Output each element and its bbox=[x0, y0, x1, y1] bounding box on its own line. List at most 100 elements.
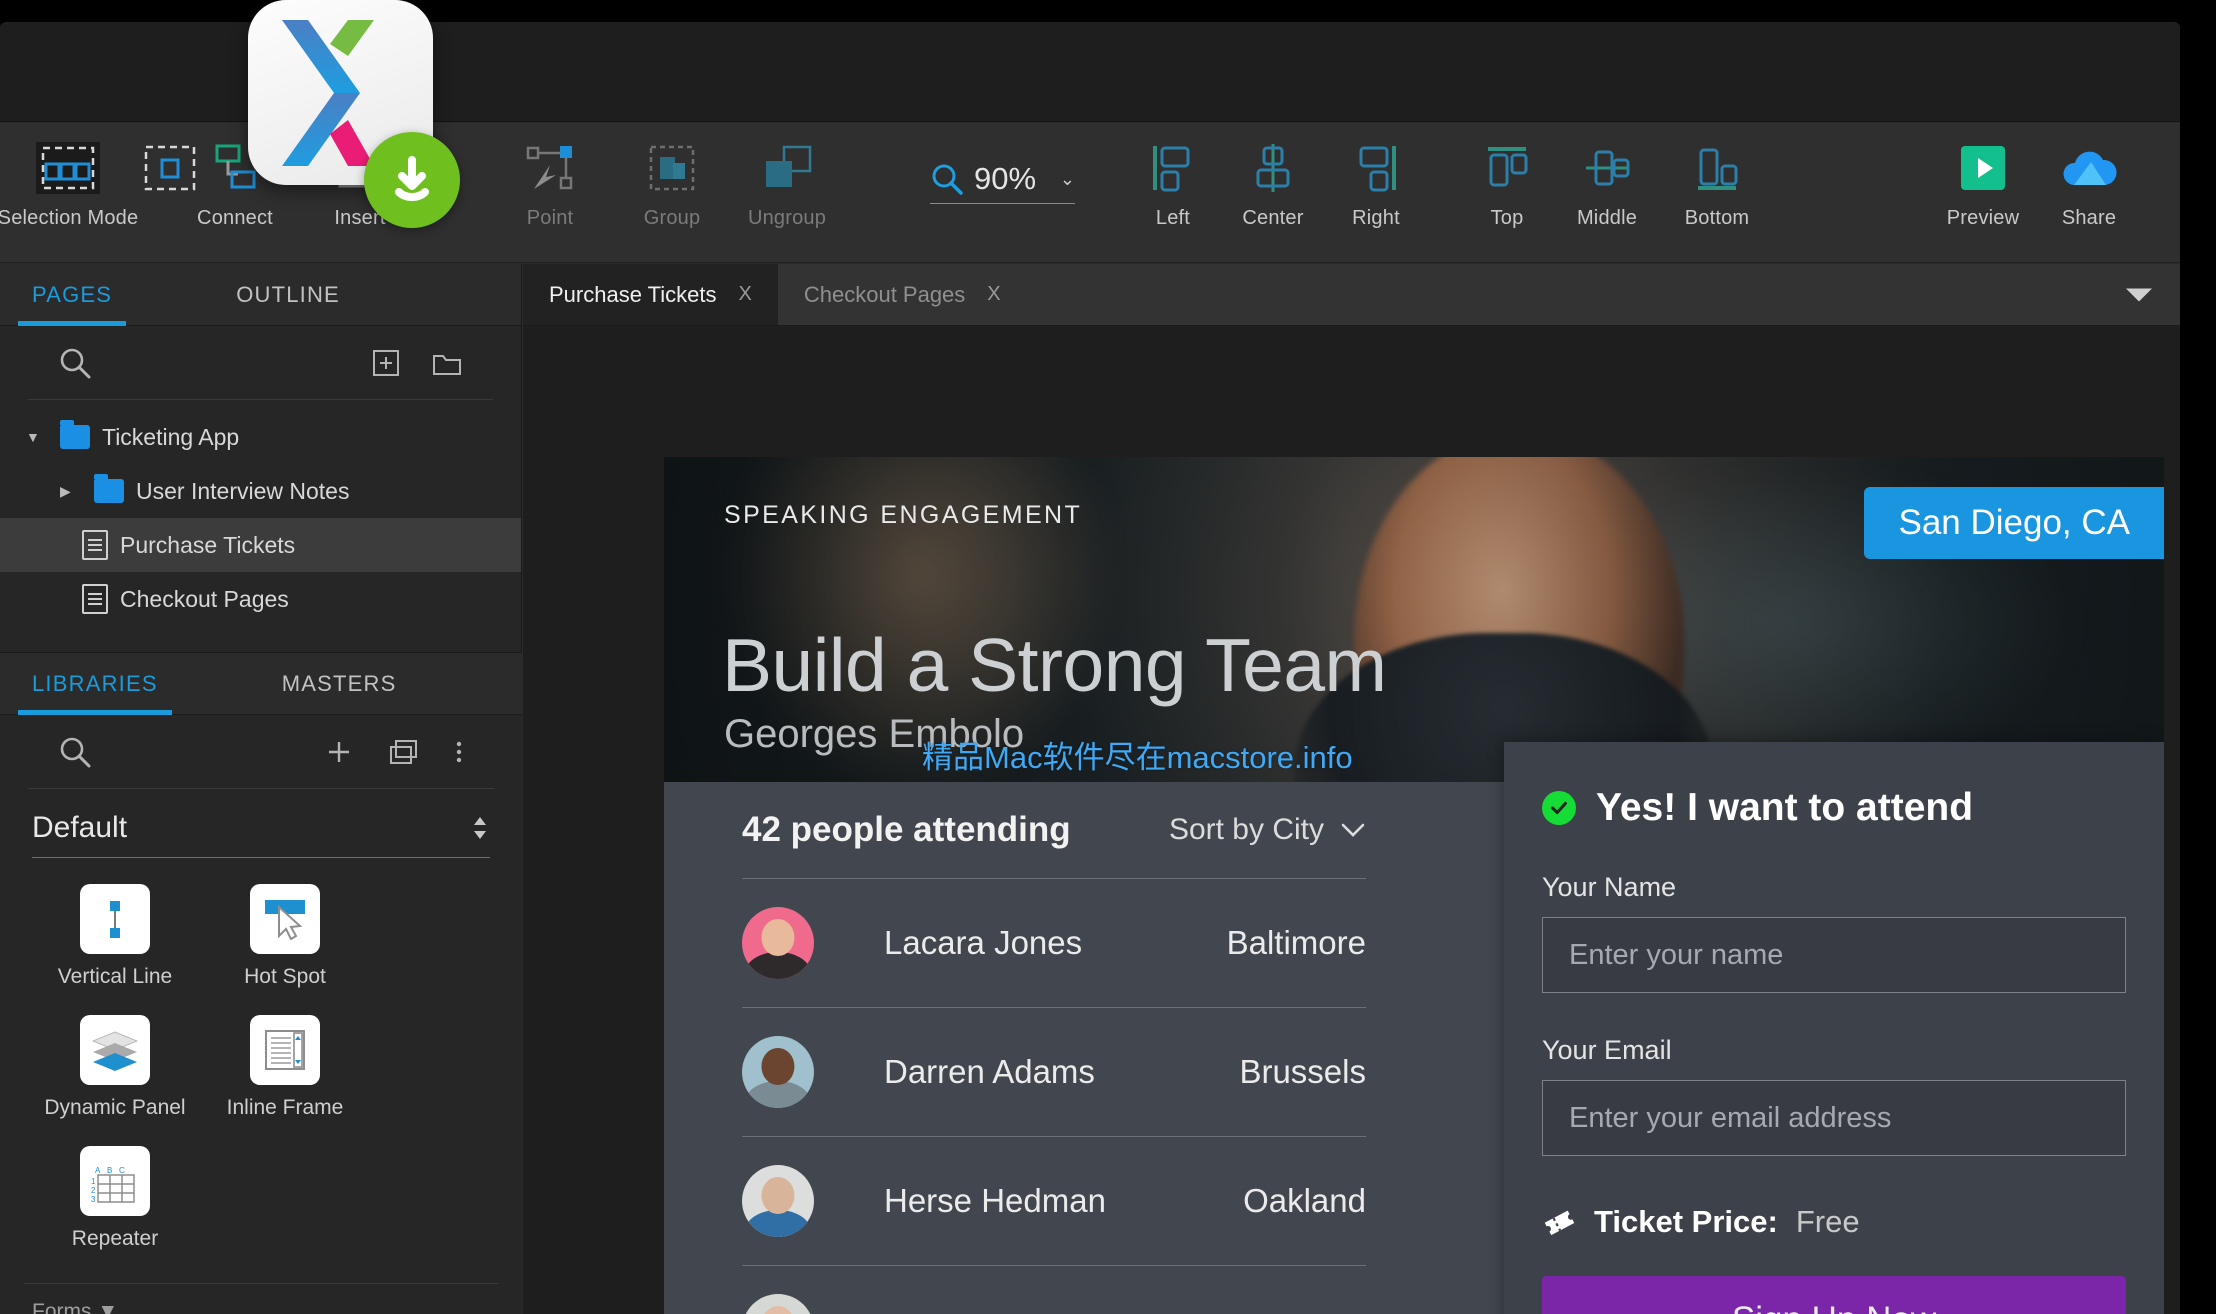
hero-title: Build a Strong Team bbox=[722, 622, 1387, 708]
chevron-down-icon[interactable] bbox=[2126, 288, 2152, 301]
more-vertical-icon[interactable] bbox=[454, 737, 464, 767]
svg-text:1: 1 bbox=[91, 1177, 96, 1186]
widget-label: Repeater bbox=[72, 1227, 158, 1251]
caret-icon[interactable]: ▼ bbox=[26, 429, 48, 445]
signup-title-row: Yes! I want to attend bbox=[1542, 786, 2126, 830]
page-icon bbox=[82, 530, 108, 560]
tool-share[interactable]: Share bbox=[2036, 131, 2142, 230]
point-icon bbox=[520, 131, 580, 205]
widget-label: Dynamic Panel bbox=[44, 1096, 185, 1120]
widget-repeater[interactable]: A B C 1 2 3 Repeater bbox=[30, 1146, 200, 1251]
name-field[interactable] bbox=[1542, 917, 2126, 993]
libraries-search-row bbox=[28, 715, 494, 789]
library-group-forms[interactable]: Forms ▼ bbox=[0, 1284, 522, 1314]
canvas-tab-checkout-pages[interactable]: Checkout Pages X bbox=[778, 264, 1027, 325]
attendee-list: 42 people attending Sort by City Laca bbox=[664, 782, 1444, 1314]
vertical-line-widget-icon bbox=[80, 884, 150, 954]
ticket-price-row: Ticket Price: Free bbox=[1542, 1204, 2126, 1240]
tab-label: LIBRARIES bbox=[32, 671, 158, 697]
tree-item-user-interview-notes[interactable]: ▶ User Interview Notes bbox=[0, 464, 521, 518]
library-selector[interactable]: Default bbox=[32, 811, 490, 858]
add-page-icon[interactable] bbox=[371, 348, 401, 378]
canvas-area: Purchase Tickets X Checkout Pages X SPEA… bbox=[523, 264, 2180, 1314]
tool-label: Share bbox=[2062, 207, 2116, 230]
avatar bbox=[742, 907, 814, 979]
tool-align-middle[interactable]: Middle bbox=[1552, 131, 1662, 230]
search-icon[interactable] bbox=[58, 735, 92, 769]
widget-hot-spot[interactable]: Hot Spot bbox=[200, 884, 370, 989]
selection-mode-icon bbox=[36, 131, 100, 205]
attendee-row[interactable]: Herse Hedman Oakland bbox=[742, 1136, 1366, 1265]
tool-preview[interactable]: Preview bbox=[1930, 131, 2036, 230]
updown-caret-icon[interactable] bbox=[470, 813, 490, 843]
sign-up-button[interactable]: Sign Up Now bbox=[1542, 1276, 2126, 1314]
widget-vertical-line[interactable]: Vertical Line bbox=[30, 884, 200, 989]
align-right-icon bbox=[1349, 131, 1403, 205]
tool-group[interactable]: Group bbox=[612, 131, 732, 230]
group-label: Forms bbox=[32, 1300, 92, 1314]
chevron-down-icon[interactable]: ▼ bbox=[97, 1300, 118, 1314]
avatar bbox=[742, 1165, 814, 1237]
pages-panel-body: ▼ Ticketing App ▶ User Interview Notes P… bbox=[0, 326, 521, 626]
tool-point[interactable]: Point bbox=[490, 131, 610, 230]
tree-item-ticketing-app[interactable]: ▼ Ticketing App bbox=[0, 410, 521, 464]
page-icon bbox=[82, 584, 108, 614]
widget-inline-frame[interactable]: Inline Frame bbox=[200, 1015, 370, 1120]
tab-masters[interactable]: MASTERS bbox=[268, 653, 411, 714]
chevron-down-icon[interactable]: ⌄ bbox=[1060, 169, 1075, 190]
plus-icon[interactable] bbox=[324, 737, 354, 767]
close-icon[interactable]: X bbox=[739, 283, 752, 306]
tool-label: Preview bbox=[1947, 207, 2020, 230]
design-canvas[interactable]: SPEAKING ENGAGEMENT Build a Strong Team … bbox=[523, 327, 2180, 1314]
folder-icon bbox=[60, 425, 90, 449]
tree-item-purchase-tickets[interactable]: Purchase Tickets bbox=[0, 518, 521, 572]
group-icon bbox=[643, 131, 701, 205]
copy-icon[interactable] bbox=[388, 737, 420, 767]
svg-text:B: B bbox=[107, 1166, 112, 1175]
widget-dynamic-panel[interactable]: Dynamic Panel bbox=[30, 1015, 200, 1120]
align-center-icon bbox=[1246, 131, 1300, 205]
tool-selection-mode[interactable]: Selection Mode bbox=[8, 131, 128, 230]
tab-outline[interactable]: OUTLINE bbox=[222, 264, 354, 325]
attendee-name: Lacara Jones bbox=[884, 924, 1082, 962]
email-field[interactable] bbox=[1542, 1080, 2126, 1156]
tool-align-right[interactable]: Right bbox=[1328, 131, 1424, 230]
zoom-control[interactable]: 90% ⌄ bbox=[930, 161, 1075, 204]
attendee-row[interactable]: Lizzie Rose Sydney bbox=[742, 1265, 1366, 1314]
page-tree: ▼ Ticketing App ▶ User Interview Notes P… bbox=[0, 400, 521, 626]
tool-align-left[interactable]: Left bbox=[1128, 131, 1218, 230]
tool-label: Middle bbox=[1577, 207, 1637, 230]
tab-label: Checkout Pages bbox=[804, 282, 965, 308]
zoom-value: 90% bbox=[974, 161, 1036, 197]
caret-icon[interactable]: ▶ bbox=[60, 483, 82, 500]
widget-label: Hot Spot bbox=[244, 965, 326, 989]
magnifier-icon bbox=[930, 162, 964, 196]
signup-title: Yes! I want to attend bbox=[1596, 786, 1973, 830]
canvas-tab-purchase-tickets[interactable]: Purchase Tickets X bbox=[523, 264, 778, 325]
align-bottom-icon bbox=[1690, 131, 1744, 205]
tool-label: Bottom bbox=[1685, 207, 1750, 230]
hero-kicker: SPEAKING ENGAGEMENT bbox=[724, 501, 1082, 530]
ungroup-icon bbox=[758, 131, 816, 205]
tree-item-label: User Interview Notes bbox=[136, 478, 349, 505]
sort-dropdown[interactable]: Sort by City bbox=[1169, 813, 1366, 847]
library-selected-value: Default bbox=[32, 811, 127, 845]
svg-text:3: 3 bbox=[91, 1195, 96, 1204]
tool-align-center[interactable]: Center bbox=[1218, 131, 1328, 230]
tool-align-top[interactable]: Top bbox=[1462, 131, 1552, 230]
attendee-row[interactable]: Lacara Jones Baltimore bbox=[742, 878, 1366, 1007]
attendee-row[interactable]: Darren Adams Brussels bbox=[742, 1007, 1366, 1136]
search-icon[interactable] bbox=[58, 346, 92, 380]
svg-text:A: A bbox=[95, 1166, 101, 1175]
tool-label: Top bbox=[1491, 207, 1524, 230]
tab-pages[interactable]: PAGES bbox=[18, 264, 126, 325]
check-circle-icon bbox=[1542, 791, 1576, 825]
tab-libraries[interactable]: LIBRARIES bbox=[18, 653, 172, 714]
library-widget-grid: Vertical Line Hot Spot bbox=[0, 858, 522, 1277]
align-left-icon bbox=[1146, 131, 1200, 205]
close-icon[interactable]: X bbox=[987, 283, 1000, 306]
tree-item-checkout-pages[interactable]: Checkout Pages bbox=[0, 572, 521, 626]
tool-align-bottom[interactable]: Bottom bbox=[1662, 131, 1772, 230]
tool-ungroup[interactable]: Ungroup bbox=[727, 131, 847, 230]
add-folder-icon[interactable] bbox=[431, 349, 463, 377]
